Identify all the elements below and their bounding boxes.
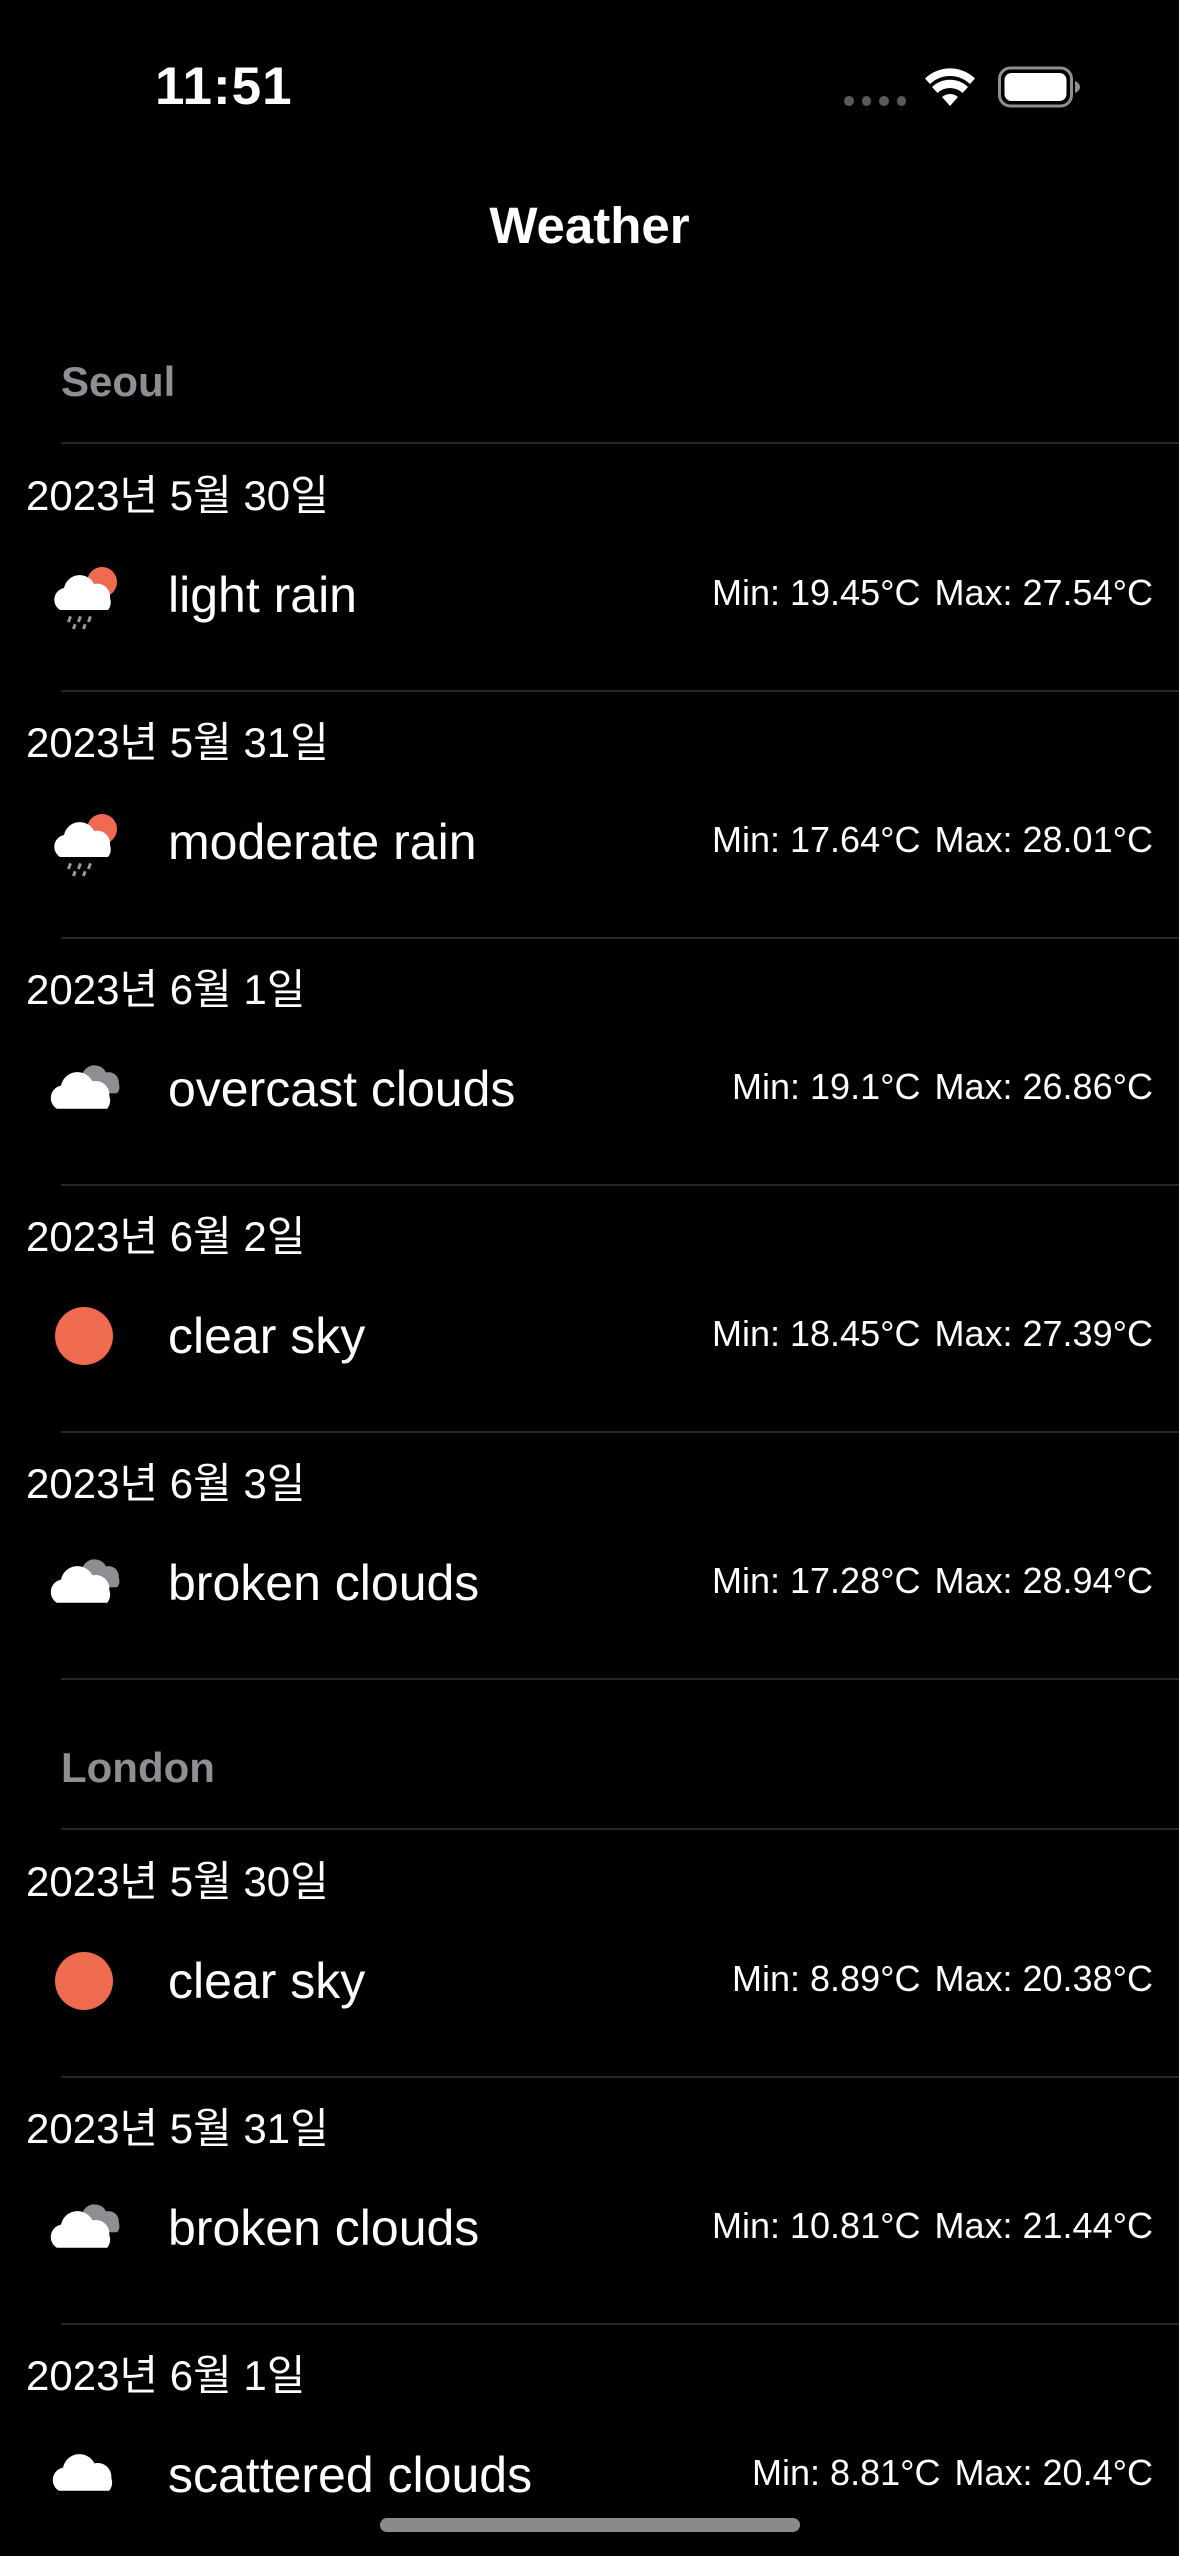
max-temperature: Max: 26.86°C xyxy=(934,1066,1154,1107)
cloud-sun-rain-icon xyxy=(40,807,132,877)
forecast-date: 2023년 5월 31일 xyxy=(26,2105,329,2152)
cloud-icon xyxy=(40,2440,132,2510)
max-temperature: Max: 20.38°C xyxy=(934,1958,1154,1999)
sun-icon xyxy=(40,1301,132,1371)
min-temperature: Min: 8.89°C xyxy=(732,1958,921,1999)
forecast-date: 2023년 6월 1일 xyxy=(26,966,306,1013)
max-temperature: Max: 21.44°C xyxy=(934,2205,1154,2246)
weather-row[interactable]: 2023년 5월 30일 clear sky Min: 8.89°C Max: … xyxy=(0,1830,1179,2078)
min-temperature: Min: 18.45°C xyxy=(712,1313,921,1354)
weather-description: scattered clouds xyxy=(168,2447,533,2503)
weather-description: clear sky xyxy=(168,1953,366,2009)
weather-row[interactable]: 2023년 5월 31일 broken clouds Min: 10.81°C … xyxy=(0,2077,1179,2325)
cloud-sun-rain-icon xyxy=(40,560,132,630)
max-temperature: Max: 28.01°C xyxy=(934,819,1154,860)
weather-description: light rain xyxy=(168,567,357,623)
temperature-range: Min: 18.45°C Max: 27.39°C xyxy=(712,1313,1153,1355)
max-temperature: Max: 28.94°C xyxy=(934,1560,1154,1601)
temperature-range: Min: 10.81°C Max: 21.44°C xyxy=(712,2205,1153,2247)
forecast-date: 2023년 6월 2일 xyxy=(26,1213,306,1260)
row-divider xyxy=(61,1678,1179,1680)
weather-screen: 11:51 Weather Seoul 2023년 5월 30일 light r… xyxy=(0,0,1179,2556)
home-indicator[interactable] xyxy=(380,2518,800,2532)
max-temperature: Max: 27.54°C xyxy=(934,572,1154,613)
page-title: Weather xyxy=(489,197,690,254)
sun-icon xyxy=(40,1946,132,2016)
min-temperature: Min: 17.28°C xyxy=(712,1560,921,1601)
weather-description: overcast clouds xyxy=(168,1061,516,1117)
temperature-range: Min: 19.1°C Max: 26.86°C xyxy=(732,1066,1153,1108)
cellular-signal-icon xyxy=(844,96,906,106)
min-temperature: Min: 17.64°C xyxy=(712,819,921,860)
temperature-range: Min: 8.89°C Max: 20.38°C xyxy=(732,1958,1153,2000)
forecast-date: 2023년 5월 30일 xyxy=(26,1858,329,1905)
min-temperature: Min: 10.81°C xyxy=(712,2205,921,2246)
weather-description: moderate rain xyxy=(168,814,477,870)
clouds-icon xyxy=(40,1054,132,1124)
weather-row[interactable]: 2023년 6월 2일 clear sky Min: 18.45°C Max: … xyxy=(0,1185,1179,1433)
max-temperature: Max: 20.4°C xyxy=(954,2452,1153,2493)
temperature-range: Min: 19.45°C Max: 27.54°C xyxy=(712,572,1153,614)
section-header-london: London xyxy=(61,1744,215,1791)
wifi-icon xyxy=(925,68,975,106)
forecast-date: 2023년 6월 3일 xyxy=(26,1460,306,1507)
section-header-seoul: Seoul xyxy=(61,358,176,405)
weather-row[interactable]: 2023년 6월 3일 broken clouds Min: 17.28°C M… xyxy=(0,1432,1179,1680)
clouds-icon xyxy=(40,2193,132,2263)
weather-description: clear sky xyxy=(168,1308,366,1364)
weather-row[interactable]: 2023년 6월 1일 overcast clouds Min: 19.1°C … xyxy=(0,938,1179,1186)
status-time: 11:51 xyxy=(155,57,293,116)
weather-description: broken clouds xyxy=(168,1555,480,1611)
temperature-range: Min: 8.81°C Max: 20.4°C xyxy=(752,2452,1153,2494)
forecast-date: 2023년 5월 31일 xyxy=(26,719,329,766)
weather-row[interactable]: 2023년 5월 30일 light rain Min: 19.45°C Max… xyxy=(0,444,1179,692)
min-temperature: Min: 19.1°C xyxy=(732,1066,921,1107)
forecast-date: 2023년 5월 30일 xyxy=(26,472,329,519)
weather-description: broken clouds xyxy=(168,2200,480,2256)
battery-icon xyxy=(998,66,1080,108)
forecast-date: 2023년 6월 1일 xyxy=(26,2352,306,2399)
max-temperature: Max: 27.39°C xyxy=(934,1313,1154,1354)
min-temperature: Min: 19.45°C xyxy=(712,572,921,613)
clouds-icon xyxy=(40,1548,132,1618)
status-bar: 11:51 xyxy=(0,0,1179,160)
temperature-range: Min: 17.64°C Max: 28.01°C xyxy=(712,819,1153,861)
weather-row[interactable]: 2023년 5월 31일 moderate rain Min: 17.64°C … xyxy=(0,691,1179,939)
min-temperature: Min: 8.81°C xyxy=(752,2452,941,2493)
temperature-range: Min: 17.28°C Max: 28.94°C xyxy=(712,1560,1153,1602)
